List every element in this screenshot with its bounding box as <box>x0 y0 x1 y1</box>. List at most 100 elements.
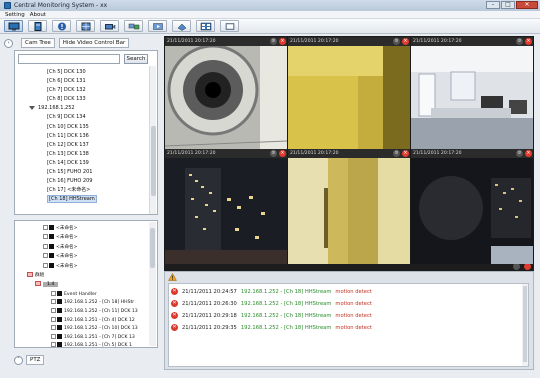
tree-channel-node[interactable]: [Ch 16] FUHO 209 <box>18 177 148 186</box>
tree-node-label: [Ch 15] FUHO 201 <box>47 169 93 176</box>
cam-tree: [Ch 5] DCK 130 [Ch 6] DCK 131 [Ch 7] DCK 1… <box>18 68 148 214</box>
camera-tile[interactable]: 21/11/2011 20:17:20 ⚙ × <box>165 149 287 264</box>
toolbar-camera-button[interactable] <box>100 20 119 32</box>
event-tree-item[interactable]: 192.168.1.252 - [Ch 18] HHStr <box>51 299 134 307</box>
toolbar-grid-button[interactable] <box>76 20 95 32</box>
tree-channel-node[interactable]: [Ch 17] <未命名> <box>18 186 148 195</box>
event-row[interactable]: ✕ 21/11/2011 20:29:35 192.168.1.252 - [Ch … <box>171 323 521 333</box>
event-tree-item[interactable]: 192.168.1.251 - [Ch 4] DCK 12 <box>51 316 135 325</box>
checkbox[interactable] <box>43 225 48 230</box>
ptz-expand-button[interactable]: ˄ <box>14 355 23 365</box>
tree-channel-node[interactable]: [Ch 12] DCK 137 <box>18 141 148 150</box>
close-button[interactable]: ✕ <box>516 1 538 9</box>
minimize-button[interactable]: – <box>486 1 500 9</box>
tree-node[interactable]: 群組 <box>27 272 44 280</box>
checkbox[interactable] <box>51 290 56 296</box>
camera-close-icon[interactable]: × <box>279 38 286 45</box>
camera-settings-icon[interactable]: ⚙ <box>516 150 523 157</box>
tree-channel-node[interactable]: [Ch 9] DCK 134 <box>18 113 148 122</box>
search-button[interactable]: Search <box>124 54 148 64</box>
hide-video-control-bar-button[interactable]: Hide Video Control Bar <box>58 38 130 48</box>
menu-setting[interactable]: Setting <box>5 12 25 18</box>
cam-tree-tab[interactable]: Cam Tree <box>21 38 55 48</box>
camera-tile[interactable]: 21/11/2011 20:17:20 ⚙ × <box>411 37 533 152</box>
toolbar-layout-button[interactable] <box>196 20 215 32</box>
event-tree-item[interactable]: 192.168.1.252 - [Ch 11] DCK 13 <box>51 308 138 316</box>
camera-close-icon[interactable]: × <box>402 38 409 45</box>
checkbox[interactable] <box>43 262 48 268</box>
tree-node[interactable]: <未命名> <box>43 234 77 242</box>
tree-channel-node[interactable]: [Ch 5] DCK 130 <box>18 68 148 77</box>
tree-channel-node[interactable]: [Ch 10] DCK 135 <box>18 123 148 132</box>
toolbar-record-button[interactable] <box>220 20 239 32</box>
camera-settings-icon[interactable]: ⚙ <box>393 150 400 157</box>
toolbar-alert-button[interactable] <box>52 20 71 32</box>
toolbar-playback-button[interactable] <box>148 20 167 32</box>
event-tree-item[interactable]: 192.168.1.251 - [Ch 7] DCK 13 <box>51 333 135 342</box>
tree-channel-node[interactable]: [Ch 11] DCK 136 <box>18 132 148 141</box>
tree-channel-node[interactable]: [Ch 8] DCK 133 <box>18 95 148 104</box>
expand-arrow-icon[interactable] <box>29 105 35 110</box>
toolbar-storage-button[interactable] <box>172 20 191 32</box>
window-controls: – □ ✕ <box>486 1 538 9</box>
camera-close-icon[interactable]: × <box>525 38 532 45</box>
tree-channel-node[interactable]: [Ch 7] DCK 132 <box>18 86 148 95</box>
video-settings-button[interactable] <box>513 263 520 270</box>
camera-tile[interactable]: 21/11/2011 20:17:20 ⚙ × <box>288 149 410 264</box>
monitor-icon <box>8 22 19 30</box>
tree-channel-node[interactable]: [Ch 6] DCK 131 <box>18 77 148 86</box>
scrollbar-thumb[interactable] <box>150 228 155 268</box>
camera-settings-icon[interactable]: ⚙ <box>270 150 277 157</box>
checkbox[interactable] <box>51 299 56 305</box>
tree-node[interactable]: <未命名> <box>43 243 77 252</box>
camera-tile[interactable]: 21/11/2011 20:17:20 ⚙ × <box>165 37 287 152</box>
menu-about[interactable]: About <box>30 12 46 18</box>
checkbox[interactable] <box>43 243 48 249</box>
toolbar-panel-button[interactable] <box>28 20 47 32</box>
camera-settings-icon[interactable]: ⚙ <box>270 38 277 45</box>
ptz-tab[interactable]: PTZ <box>26 355 45 365</box>
checkbox[interactable] <box>51 316 56 322</box>
toolbar-network-button[interactable] <box>124 20 143 32</box>
tree-node[interactable]: <未命名> <box>43 225 77 233</box>
video-close-button[interactable] <box>524 263 531 270</box>
collapse-button[interactable]: ‹ <box>4 38 13 48</box>
checkbox[interactable] <box>43 253 48 259</box>
event-tree-item[interactable]: 192.168.1.251 - [Ch 5] DCK 1 <box>51 342 132 347</box>
event-tree-item[interactable]: 192.168.1.252 - [Ch 10] DCK 13 <box>51 325 138 333</box>
scrollbar-thumb[interactable] <box>523 286 527 362</box>
tree-channel-node[interactable]: [Ch 18] HHStream <box>18 195 148 204</box>
event-row[interactable]: ✕ 21/11/2011 20:24:57 192.168.1.252 - [Ch … <box>171 287 521 297</box>
tree-node-label: 192.168.1.252 - [Ch 18] HHStr <box>64 300 135 306</box>
tree-node[interactable]: 1.4 <box>35 281 59 289</box>
camera-settings-icon[interactable]: ⚙ <box>393 38 400 45</box>
camera-tile[interactable]: 21/11/2011 20:17:20 ⚙ × <box>411 149 533 264</box>
tree-node[interactable]: <未命名> <box>43 253 77 261</box>
event-row[interactable]: ✕ 21/11/2011 20:29:18 192.168.1.252 - [Ch … <box>171 311 521 321</box>
tree-channel-node[interactable]: [Ch 13] DCK 138 <box>18 150 148 159</box>
toolbar-monitor-button[interactable] <box>4 20 23 32</box>
search-input[interactable] <box>18 54 120 64</box>
event-tree-item[interactable]: Event Handler <box>51 290 97 299</box>
checkbox[interactable] <box>51 325 56 331</box>
maximize-button[interactable]: □ <box>501 1 515 9</box>
camera-settings-icon[interactable]: ⚙ <box>516 38 523 45</box>
cam-tree-scrollbar[interactable] <box>149 66 156 214</box>
tree-node[interactable]: <未命名> <box>43 262 77 271</box>
event-list-scrollbar[interactable] <box>522 284 528 366</box>
scrollbar-thumb[interactable] <box>151 126 156 196</box>
camera-tile[interactable]: 21/11/2011 20:17:20 ⚙ × <box>288 37 410 152</box>
checkbox[interactable] <box>51 342 56 347</box>
tree-channel-node[interactable]: [Ch 15] FUHO 201 <box>18 168 148 177</box>
camera-timestamp: 21/11/2011 20:17:20 <box>413 39 462 44</box>
camera-close-icon[interactable]: × <box>525 150 532 157</box>
tree-group-node[interactable]: 192.168.1.252 <box>18 104 148 113</box>
event-tree-scrollbar[interactable] <box>149 222 156 346</box>
checkbox[interactable] <box>51 308 56 313</box>
event-row[interactable]: ✕ 21/11/2011 20:26:30 192.168.1.252 - [Ch … <box>171 299 521 309</box>
tree-channel-node[interactable]: [Ch 14] DCK 139 <box>18 159 148 168</box>
checkbox[interactable] <box>43 234 48 240</box>
camera-close-icon[interactable]: × <box>279 150 286 157</box>
checkbox[interactable] <box>51 333 56 339</box>
camera-close-icon[interactable]: × <box>402 150 409 157</box>
